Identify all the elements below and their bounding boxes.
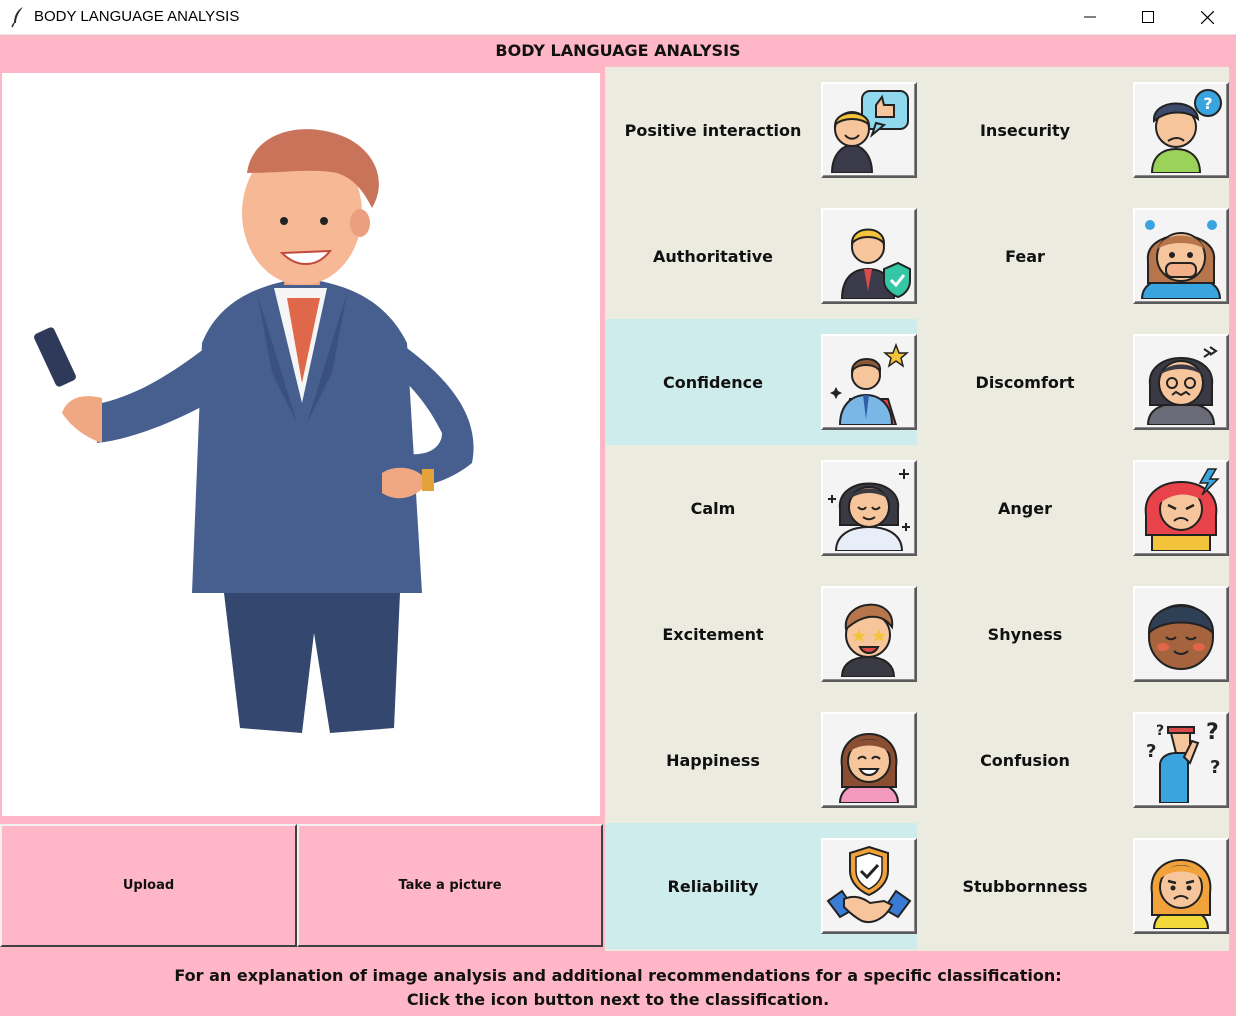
happiness-icon-button[interactable] <box>821 712 917 808</box>
classification-fear: Fear <box>917 193 1229 319</box>
classification-label: Authoritative <box>652 246 774 266</box>
svg-text:?: ? <box>1210 757 1220 778</box>
classification-label: Discomfort <box>975 372 1075 392</box>
uneasy-woman-icon <box>1146 346 1218 425</box>
frowning-girl-icon <box>1150 859 1212 929</box>
angry-woman-icon <box>1144 468 1220 551</box>
confusion-icon-button[interactable]: ? ? ? ? <box>1133 712 1229 808</box>
classification-anger: Anger <box>917 445 1229 571</box>
star-eyed-boy-icon <box>840 603 896 677</box>
window-titlebar: BODY LANGUAGE ANALYSIS <box>0 0 1236 35</box>
classification-insecurity: Insecurity ? <box>917 67 1229 193</box>
classification-label: Fear <box>1005 246 1045 266</box>
classification-label: Anger <box>998 498 1052 518</box>
window-title: BODY LANGUAGE ANALYSIS <box>34 8 240 25</box>
insecurity-icon-button[interactable]: ? <box>1133 82 1229 178</box>
maximize-button[interactable] <box>1119 0 1177 34</box>
classification-label: Reliability <box>667 876 759 896</box>
stubbornness-icon-button[interactable] <box>1133 838 1229 934</box>
classification-label: Happiness <box>666 750 760 770</box>
classification-reliability: Reliability <box>605 823 917 949</box>
positive-interaction-icon-button[interactable] <box>821 82 917 178</box>
footer-line-1: For an explanation of image analysis and… <box>174 966 1062 985</box>
calm-icon-button[interactable] <box>821 460 917 556</box>
fear-icon-button[interactable] <box>1133 208 1229 304</box>
thumbs-up-person-icon <box>830 90 909 173</box>
businessman-illustration <box>34 129 474 733</box>
question-person-icon: ? <box>1150 89 1222 173</box>
shield-businessman-icon <box>840 228 911 299</box>
upload-button[interactable]: Upload <box>0 824 297 947</box>
confidence-icon-button[interactable] <box>821 334 917 430</box>
scared-girl-icon <box>1140 220 1222 299</box>
excitement-icon-button[interactable] <box>821 586 917 682</box>
smiling-woman-icon <box>838 733 900 803</box>
confused-man-icon: ? ? ? ? <box>1146 720 1220 803</box>
classification-label: Calm <box>690 498 736 518</box>
discomfort-icon-button[interactable] <box>1133 334 1229 430</box>
svg-text:?: ? <box>1146 741 1156 762</box>
svg-text:?: ? <box>1206 720 1219 745</box>
image-preview <box>2 73 600 816</box>
close-icon <box>1200 10 1214 24</box>
handshake-shield-icon <box>826 845 912 923</box>
classification-label: Shyness <box>987 624 1063 644</box>
classification-grid: Positive interaction Insecurity ? Author… <box>605 67 1229 951</box>
classification-confidence: Confidence <box>605 319 917 445</box>
close-button[interactable] <box>1178 0 1236 34</box>
star-businessman-icon <box>830 342 910 425</box>
classification-label: Excitement <box>662 624 764 644</box>
page-title: BODY LANGUAGE ANALYSIS <box>495 41 741 60</box>
svg-text:?: ? <box>1156 723 1164 739</box>
app-feather-icon <box>11 7 23 28</box>
classification-label: Confidence <box>662 372 763 392</box>
classification-calm: Calm <box>605 445 917 571</box>
classification-confusion: Confusion ? ? ? ? <box>917 697 1229 823</box>
classification-label: Confusion <box>980 750 1070 770</box>
maximize-icon <box>1142 11 1154 23</box>
blushing-face-icon <box>1147 604 1215 670</box>
svg-text:?: ? <box>1203 94 1212 113</box>
minimize-button[interactable] <box>1061 0 1119 34</box>
anger-icon-button[interactable] <box>1133 460 1229 556</box>
footer-line-2: Click the icon button next to the classi… <box>406 990 830 1009</box>
reliability-icon-button[interactable] <box>821 838 917 934</box>
classification-positive-interaction: Positive interaction <box>605 67 917 193</box>
classification-label: Insecurity <box>979 120 1071 140</box>
meditating-girl-icon <box>828 469 910 551</box>
classification-discomfort: Discomfort <box>917 319 1229 445</box>
authoritative-icon-button[interactable] <box>821 208 917 304</box>
classification-label: Positive interaction <box>624 120 802 140</box>
minimize-icon <box>1084 16 1096 18</box>
classification-happiness: Happiness <box>605 697 917 823</box>
footer-instructions: For an explanation of image analysis and… <box>0 964 1236 1012</box>
classification-authoritative: Authoritative <box>605 193 917 319</box>
classification-stubbornness: Stubbornness <box>917 823 1229 949</box>
shyness-icon-button[interactable] <box>1133 586 1229 682</box>
classification-excitement: Excitement <box>605 571 917 697</box>
classification-label: Stubbornness <box>962 876 1088 896</box>
classification-shyness: Shyness <box>917 571 1229 697</box>
app-window: BODY LANGUAGE ANALYSIS Upload Take a pic… <box>0 35 1236 1016</box>
take-picture-button[interactable]: Take a picture <box>297 824 603 947</box>
